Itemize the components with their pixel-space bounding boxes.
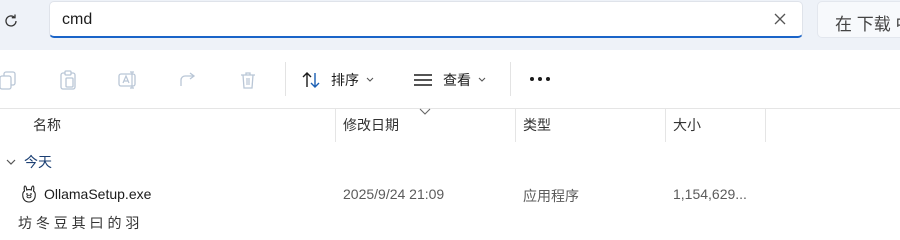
search-location-box[interactable]: 在 下载 中	[817, 1, 900, 38]
view-icon	[414, 74, 432, 86]
sort-label: 排序	[331, 72, 359, 88]
partial-row-text: 坊 冬 豆 其 曰 的 羽	[18, 215, 140, 231]
more-icon[interactable]	[527, 71, 553, 87]
group-label: 今天	[24, 154, 52, 170]
file-name: OllamaSetup.exe	[44, 186, 152, 202]
column-separator[interactable]	[335, 108, 336, 142]
column-separator[interactable]	[665, 108, 666, 142]
sort-descending-icon	[419, 108, 431, 115]
column-header: 名称 修改日期 类型 大小	[0, 108, 900, 142]
clear-search-icon[interactable]	[772, 11, 788, 27]
column-separator[interactable]	[765, 108, 766, 142]
chevron-down-icon	[478, 77, 486, 82]
chevron-down-icon	[6, 159, 16, 165]
toolbar-separator	[285, 62, 286, 96]
toolbar-separator	[510, 62, 511, 96]
view-button[interactable]: 查看	[412, 65, 486, 95]
column-separator[interactable]	[515, 108, 516, 142]
search-input[interactable]	[62, 2, 752, 37]
group-header-today[interactable]: 今天	[0, 150, 52, 174]
file-type: 应用程序	[523, 188, 579, 204]
command-bar: 排序 查看	[0, 50, 900, 109]
paste-icon[interactable]	[57, 69, 79, 91]
ollama-app-icon	[22, 185, 36, 203]
search-location-text: 在 下载 中	[835, 15, 900, 34]
file-modified: 2025/9/24 21:09	[343, 186, 445, 202]
file-row[interactable]: OllamaSetup.exe 2025/9/24 21:09 应用程序 1,1…	[0, 180, 900, 210]
column-modified[interactable]: 修改日期	[343, 108, 399, 142]
search-box[interactable]	[49, 1, 803, 38]
column-name[interactable]: 名称	[33, 108, 61, 142]
copy-icon[interactable]	[0, 69, 20, 91]
refresh-icon	[5, 14, 17, 27]
sort-icon	[302, 72, 320, 88]
column-type[interactable]: 类型	[523, 108, 551, 142]
address-bar-area: 在 下载 中	[0, 0, 900, 50]
delete-icon[interactable]	[237, 69, 259, 91]
share-icon[interactable]	[177, 69, 199, 91]
refresh-button[interactable]	[0, 10, 22, 32]
view-label: 查看	[443, 72, 471, 88]
rename-icon[interactable]	[117, 69, 139, 91]
file-size: 1,154,629...	[673, 186, 747, 202]
column-size[interactable]: 大小	[673, 108, 701, 142]
sort-button[interactable]: 排序	[300, 65, 374, 95]
chevron-down-icon	[366, 77, 374, 82]
